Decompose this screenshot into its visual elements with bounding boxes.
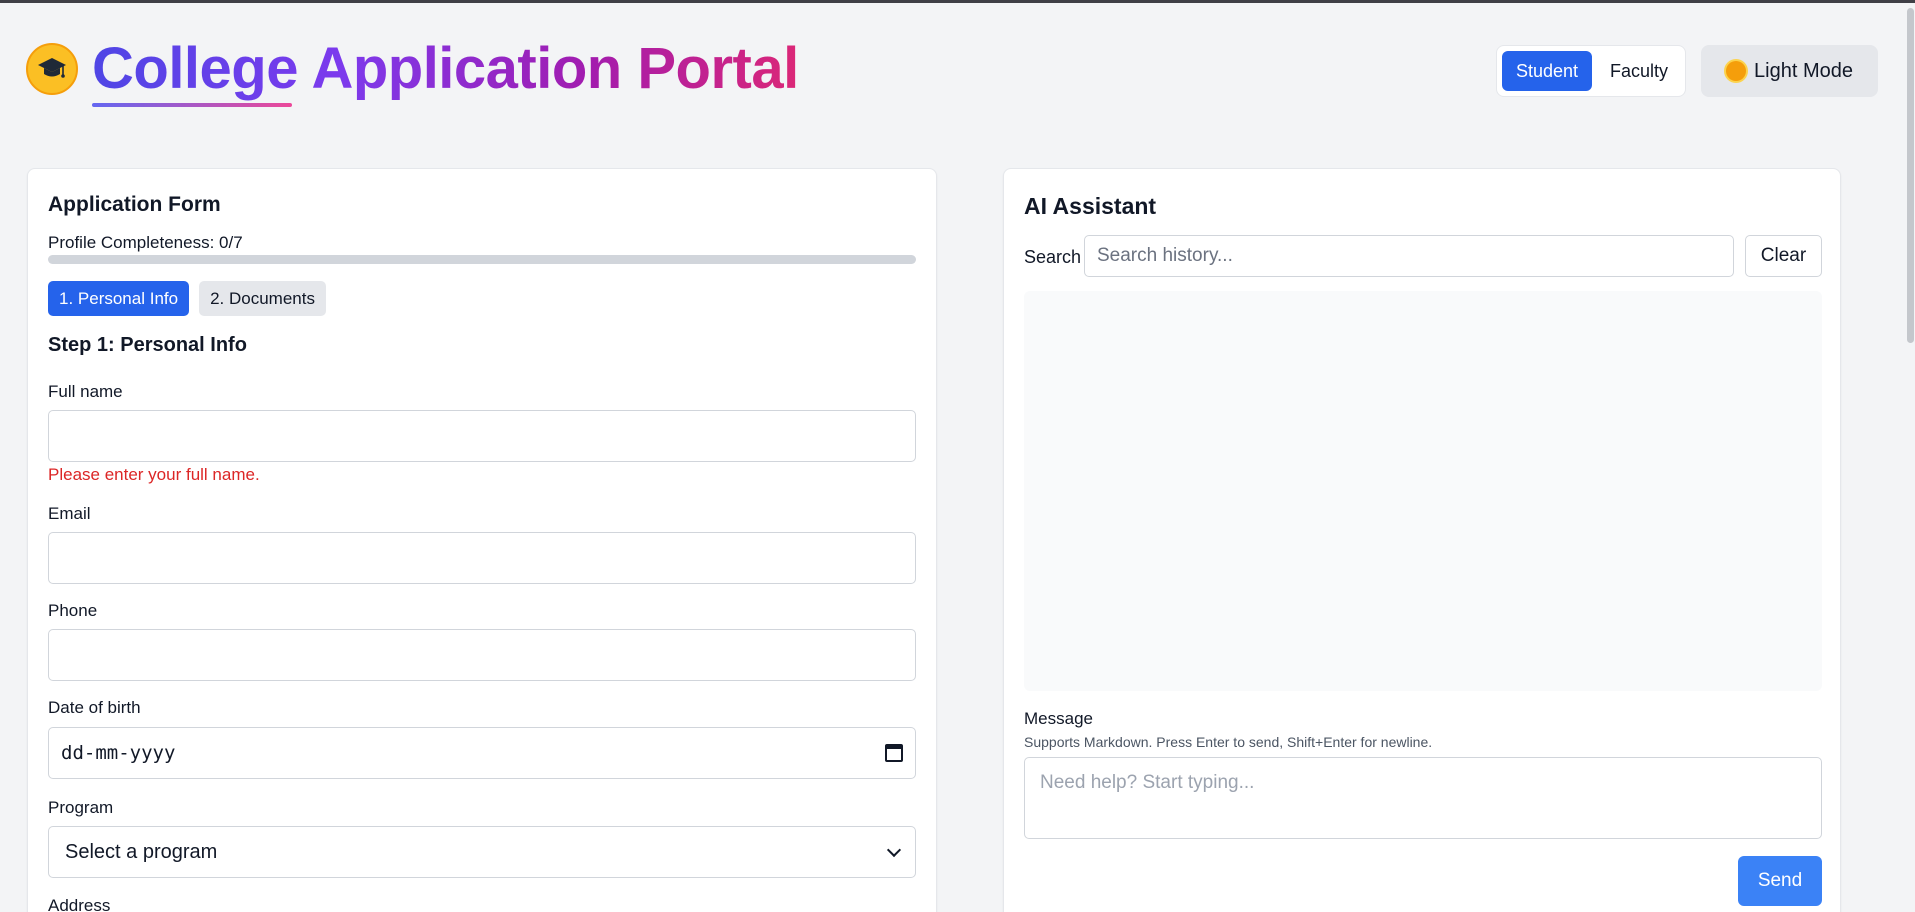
theme-toggle-button[interactable]: Light Mode [1701, 45, 1878, 97]
tab-documents[interactable]: 2. Documents [199, 281, 326, 316]
full-name-label: Full name [48, 382, 123, 401]
role-faculty-button[interactable]: Faculty [1598, 51, 1680, 91]
message-label: Message [1024, 709, 1093, 728]
email-input[interactable] [48, 532, 916, 584]
dob-label: Date of birth [48, 698, 141, 717]
step-heading: Step 1: Personal Info [48, 334, 247, 356]
email-label: Email [48, 504, 91, 523]
page-title: College Application Portal [92, 36, 799, 101]
dob-placeholder: dd-mm-yyyy [61, 742, 176, 764]
scrollbar-thumb[interactable] [1907, 8, 1914, 343]
full-name-input[interactable] [48, 410, 916, 462]
chevron-down-icon [886, 842, 902, 857]
chat-history[interactable] [1024, 291, 1822, 691]
progress-bar [48, 255, 916, 264]
phone-input[interactable] [48, 629, 916, 681]
program-label: Program [48, 798, 114, 817]
clear-button[interactable]: Clear [1745, 235, 1822, 277]
application-form-card: Application Form Profile Completeness: 0… [27, 168, 937, 912]
app-header: College Application Portal [26, 34, 799, 104]
window-top-border [0, 0, 1915, 3]
address-label: Address [48, 896, 111, 912]
sun-icon [1726, 61, 1747, 81]
message-input[interactable] [1024, 757, 1822, 839]
tab-personal-info[interactable]: 1. Personal Info [48, 281, 190, 316]
graduation-cap-icon [26, 43, 78, 95]
role-student-button[interactable]: Student [1502, 51, 1592, 91]
title-underline [92, 103, 292, 107]
full-name-error: Please enter your full name. [48, 465, 260, 484]
form-title: Application Form [48, 193, 221, 216]
step-tabs: 1. Personal Info 2. Documents [48, 281, 326, 316]
message-hint: Supports Markdown. Press Enter to send, … [1024, 734, 1433, 750]
send-button[interactable]: Send [1738, 856, 1822, 906]
role-toggle: Student Faculty [1496, 45, 1686, 97]
progress-label: Profile Completeness: 0/7 [48, 233, 243, 252]
search-history-input[interactable] [1084, 235, 1734, 277]
search-label: Search [1024, 247, 1082, 267]
dob-input[interactable]: dd-mm-yyyy [48, 727, 916, 779]
phone-label: Phone [48, 601, 98, 620]
ai-assistant-card: AI Assistant Search Clear Message Suppor… [1003, 168, 1841, 912]
program-select[interactable]: Select a program [48, 826, 916, 878]
program-selected-value: Select a program [65, 840, 218, 863]
theme-toggle-label: Light Mode [1754, 59, 1853, 82]
assistant-title: AI Assistant [1024, 193, 1157, 219]
calendar-icon[interactable] [885, 744, 903, 762]
